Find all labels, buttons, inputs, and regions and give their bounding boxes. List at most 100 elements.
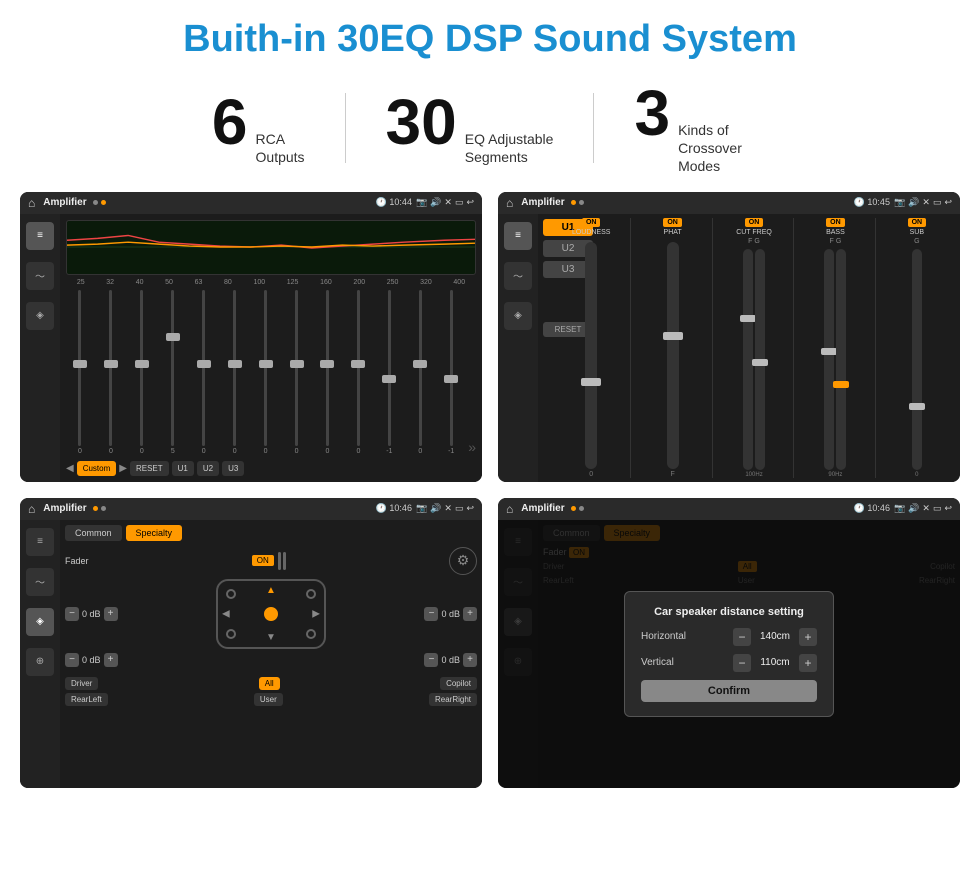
cutfreq-val: 100Hz <box>745 472 762 478</box>
bass-track-2[interactable] <box>836 249 846 470</box>
vertical-plus[interactable]: + <box>799 654 817 672</box>
horizontal-minus[interactable]: − <box>733 628 751 646</box>
sidebar-speaker-btn-3[interactable]: ◈ <box>26 608 54 636</box>
label-driver[interactable]: Driver <box>65 677 98 690</box>
back-icon-4[interactable]: ↩ <box>944 503 952 514</box>
eq-slider-1[interactable]: 0 <box>66 290 94 455</box>
vertical-minus[interactable]: − <box>733 654 751 672</box>
sidebar-ch-btn[interactable]: ⊕ <box>26 648 54 676</box>
sub-track[interactable] <box>912 249 922 470</box>
bass-on[interactable]: ON <box>826 218 845 227</box>
label-all[interactable]: All <box>259 677 280 690</box>
eq-slider-5[interactable]: 0 <box>190 290 218 455</box>
bass-track-1[interactable] <box>824 249 834 470</box>
sub-on[interactable]: ON <box>908 218 927 227</box>
sidebar-eq-btn[interactable]: ≡ <box>26 222 54 250</box>
db-plus-rb[interactable]: + <box>463 653 477 667</box>
phat-on[interactable]: ON <box>663 218 682 227</box>
tab-specialty[interactable]: Specialty <box>126 525 183 541</box>
eq-next-btn[interactable]: ▶ <box>119 463 127 474</box>
confirm-button[interactable]: Confirm <box>641 680 817 702</box>
freq-32: 32 <box>106 279 114 286</box>
db-minus-lb[interactable]: − <box>65 653 79 667</box>
vertical-label: Vertical <box>641 657 674 668</box>
db-minus-rb[interactable]: − <box>424 653 438 667</box>
eq-slider-9[interactable]: 0 <box>314 290 342 455</box>
eq-u2-btn[interactable]: U2 <box>197 461 219 476</box>
eq-slider-11[interactable]: -1 <box>375 290 403 455</box>
home-icon-2[interactable]: ⌂ <box>506 196 513 210</box>
cutfreq-on[interactable]: ON <box>745 218 764 227</box>
eq-slider-10[interactable]: 0 <box>344 290 372 455</box>
back-icon[interactable]: ↩ <box>466 197 474 208</box>
tab-common[interactable]: Common <box>65 525 122 541</box>
home-icon-3[interactable]: ⌂ <box>28 502 35 516</box>
sidebar-wave-btn-3[interactable]: 〜 <box>26 568 54 596</box>
loudness-track[interactable] <box>585 242 597 469</box>
freq-125: 125 <box>287 279 299 286</box>
arrow-right[interactable]: ▶ <box>312 608 320 619</box>
freq-80: 80 <box>224 279 232 286</box>
db-val-lt: 0 dB <box>82 609 101 619</box>
db-val-lb: 0 dB <box>82 655 101 665</box>
fader-statusbar: ⌂ Amplifier 🕐 10:46 📷 🔊 ✕ ▭ ↩ <box>20 498 482 520</box>
channel-sub: ON SUB G 0 <box>878 218 956 478</box>
sub-label: SUB <box>910 229 924 236</box>
dialog-time: 🕐 10:46 <box>854 503 890 514</box>
eq-slider-3[interactable]: 0 <box>128 290 156 455</box>
label-copilot[interactable]: Copilot <box>440 677 477 690</box>
eq-u3-btn[interactable]: U3 <box>222 461 244 476</box>
db-minus-rt[interactable]: − <box>424 607 438 621</box>
eq-slider-4[interactable]: 5 <box>159 290 187 455</box>
horizontal-plus[interactable]: + <box>799 628 817 646</box>
eq-slider-6[interactable]: 0 <box>221 290 249 455</box>
eq-slider-7[interactable]: 0 <box>252 290 280 455</box>
bass-sliders <box>824 249 846 470</box>
fader-on-badge[interactable]: ON <box>252 555 274 566</box>
eq-more-icon[interactable]: » <box>468 439 476 455</box>
eq-custom-btn[interactable]: Custom <box>77 461 117 476</box>
arrow-up[interactable]: ▲ <box>266 585 276 596</box>
label-rearright[interactable]: RearRight <box>429 693 477 706</box>
sub-val: 0 <box>915 472 918 478</box>
freq-250: 250 <box>387 279 399 286</box>
arrow-left[interactable]: ◀ <box>222 608 230 619</box>
sidebar-eq-btn-2[interactable]: ≡ <box>504 222 532 250</box>
eq-u1-btn[interactable]: U1 <box>172 461 194 476</box>
phat-track[interactable] <box>667 242 679 469</box>
car-diagram: ▲ ▼ ◀ ▶ <box>216 579 326 649</box>
back-icon-2[interactable]: ↩ <box>944 197 952 208</box>
db-plus-lb[interactable]: + <box>104 653 118 667</box>
db-plus-lt[interactable]: + <box>104 607 118 621</box>
arrow-down[interactable]: ▼ <box>266 632 276 643</box>
label-rearleft[interactable]: RearLeft <box>65 693 108 706</box>
status-icons: 📷 🔊 ✕ ▭ ↩ <box>416 197 474 208</box>
sidebar-wave-btn-2[interactable]: 〜 <box>504 262 532 290</box>
eq-slider-8[interactable]: 0 <box>283 290 311 455</box>
crossover-statusbar: ⌂ Amplifier 🕐 10:45 📷 🔊 ✕ ▭ ↩ <box>498 192 960 214</box>
eq-prev-btn[interactable]: ◀ <box>66 463 74 474</box>
home-icon-4[interactable]: ⌂ <box>506 502 513 516</box>
x-icon: ✕ <box>444 197 452 208</box>
home-icon[interactable]: ⌂ <box>28 196 35 210</box>
db-right-top: − 0 dB + <box>424 607 477 621</box>
loudness-on[interactable]: ON <box>582 218 601 227</box>
eq-reset-btn[interactable]: RESET <box>130 461 169 476</box>
dot-1 <box>93 200 98 205</box>
speaker-br <box>306 629 316 639</box>
eq-slider-2[interactable]: 0 <box>97 290 125 455</box>
label-user[interactable]: User <box>254 693 283 706</box>
sidebar-speaker-btn[interactable]: ◈ <box>26 302 54 330</box>
amp-channels: ON LOUDNESS 0 ON PHAT F <box>548 214 960 482</box>
sidebar-wave-btn[interactable]: 〜 <box>26 262 54 290</box>
settings-icon[interactable]: ⚙ <box>449 547 477 575</box>
sidebar-eq-btn-3[interactable]: ≡ <box>26 528 54 556</box>
back-icon-3[interactable]: ↩ <box>466 503 474 514</box>
db-minus-lt[interactable]: − <box>65 607 79 621</box>
sidebar-speaker-btn-2[interactable]: ◈ <box>504 302 532 330</box>
eq-slider-13[interactable]: -1 <box>437 290 465 455</box>
fader-title: Amplifier <box>43 503 86 514</box>
eq-slider-12[interactable]: 0 <box>406 290 434 455</box>
db-plus-rt[interactable]: + <box>463 607 477 621</box>
cutfreq-track-2[interactable] <box>755 249 765 470</box>
